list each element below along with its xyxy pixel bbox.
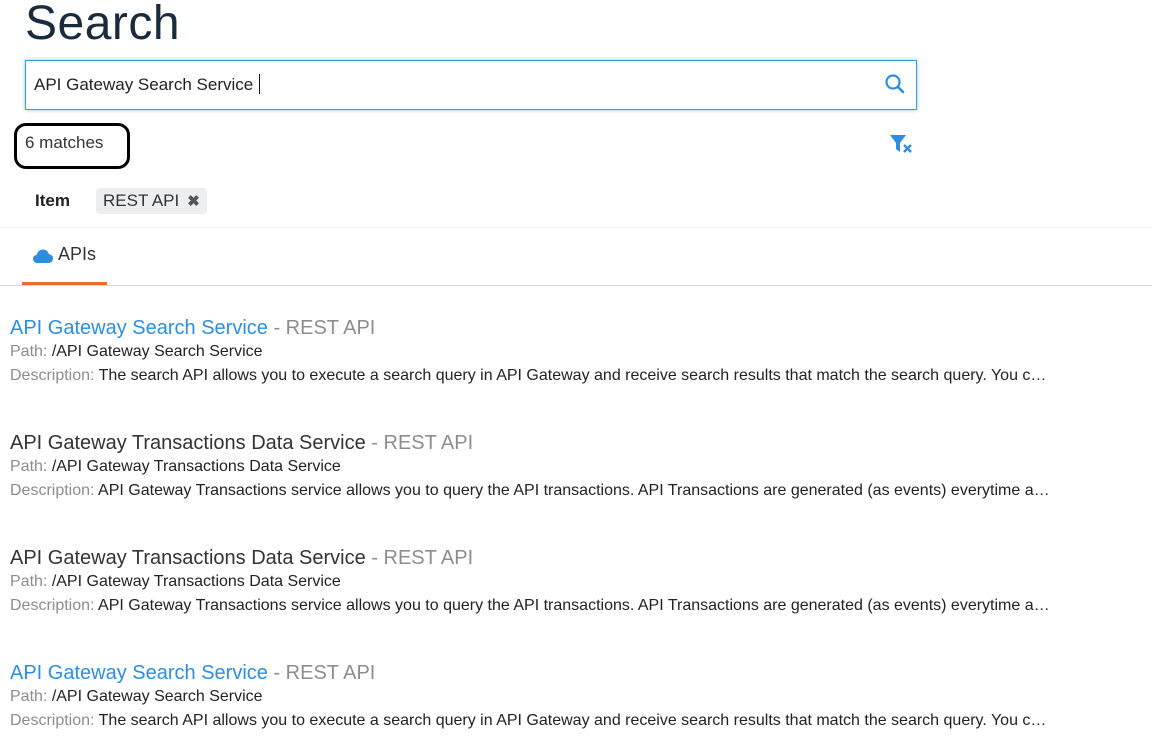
result-item: API Gateway Transactions Data Service - … xyxy=(10,431,1140,546)
tabs-divider xyxy=(0,285,1152,286)
description-label: Description: xyxy=(10,367,99,384)
result-path: Path: /API Gateway Search Service xyxy=(10,685,1070,709)
description-label: Description: xyxy=(10,597,99,614)
result-path: Path: /API Gateway Transactions Data Ser… xyxy=(10,570,1070,594)
path-value: /API Gateway Search Service xyxy=(51,688,263,705)
tab-apis-label: APIs xyxy=(58,244,97,264)
result-path: Path: /API Gateway Search Service xyxy=(10,340,1070,364)
result-type: REST API xyxy=(383,432,474,454)
matches-count: 6 matches xyxy=(25,133,104,152)
description-value: API Gateway Transactions service allows … xyxy=(98,597,1050,614)
search-input[interactable] xyxy=(34,61,874,109)
result-type: REST API xyxy=(285,662,376,684)
path-label: Path: xyxy=(10,458,52,475)
result-description: Description: API Gateway Transactions se… xyxy=(10,594,1070,618)
path-label: Path: xyxy=(10,343,52,360)
result-separator: - xyxy=(365,547,384,569)
result-description: Description: The search API allows you t… xyxy=(10,709,1070,733)
filter-chip-rest-api: REST API ✖ xyxy=(96,188,207,214)
result-separator: - xyxy=(267,317,286,339)
search-icon[interactable] xyxy=(884,73,906,95)
facet-label-item: Item xyxy=(35,191,70,210)
description-value: The search API allows you to execute a s… xyxy=(98,367,1047,384)
path-value: /API Gateway Search Service xyxy=(51,343,263,360)
cloud-icon xyxy=(33,249,53,263)
remove-filter-icon[interactable]: ✖ xyxy=(187,194,200,209)
result-name-link[interactable]: API Gateway Search Service xyxy=(10,317,268,339)
result-item: API Gateway Transactions Data Service - … xyxy=(10,546,1140,661)
result-title: API Gateway Search Service - REST API xyxy=(10,316,1140,340)
result-description: Description: API Gateway Transactions se… xyxy=(10,479,1070,503)
result-name-link[interactable]: API Gateway Search Service xyxy=(10,662,268,684)
path-label: Path: xyxy=(10,573,52,590)
result-title: API Gateway Transactions Data Service - … xyxy=(10,431,1140,455)
description-value: API Gateway Transactions service allows … xyxy=(98,482,1050,499)
description-value: The search API allows you to execute a s… xyxy=(98,712,1047,729)
result-name[interactable]: API Gateway Transactions Data Service xyxy=(10,547,366,569)
description-label: Description: xyxy=(10,482,99,499)
result-separator: - xyxy=(267,662,286,684)
section-divider xyxy=(0,227,1152,228)
path-value: /API Gateway Transactions Data Service xyxy=(51,458,341,475)
result-item: API Gateway Search Service - REST API Pa… xyxy=(10,661,1140,756)
page-title: Search xyxy=(25,0,181,50)
filter-chip-label: REST API xyxy=(103,191,180,210)
result-description: Description: The search API allows you t… xyxy=(10,364,1070,388)
path-value: /API Gateway Transactions Data Service xyxy=(51,573,341,590)
path-label: Path: xyxy=(10,688,52,705)
description-label: Description: xyxy=(10,712,99,729)
result-separator: - xyxy=(365,432,384,454)
clear-filters-icon[interactable] xyxy=(889,133,913,155)
text-cursor xyxy=(259,74,260,94)
result-path: Path: /API Gateway Transactions Data Ser… xyxy=(10,455,1070,479)
results-list: API Gateway Search Service - REST API Pa… xyxy=(10,316,1140,756)
result-name[interactable]: API Gateway Transactions Data Service xyxy=(10,432,366,454)
result-title: API Gateway Search Service - REST API xyxy=(10,661,1140,685)
result-type: REST API xyxy=(285,317,376,339)
result-type: REST API xyxy=(383,547,474,569)
result-item: API Gateway Search Service - REST API Pa… xyxy=(10,316,1140,431)
search-box[interactable] xyxy=(25,60,917,110)
result-title: API Gateway Transactions Data Service - … xyxy=(10,546,1140,570)
tab-apis[interactable]: APIs xyxy=(22,234,107,286)
